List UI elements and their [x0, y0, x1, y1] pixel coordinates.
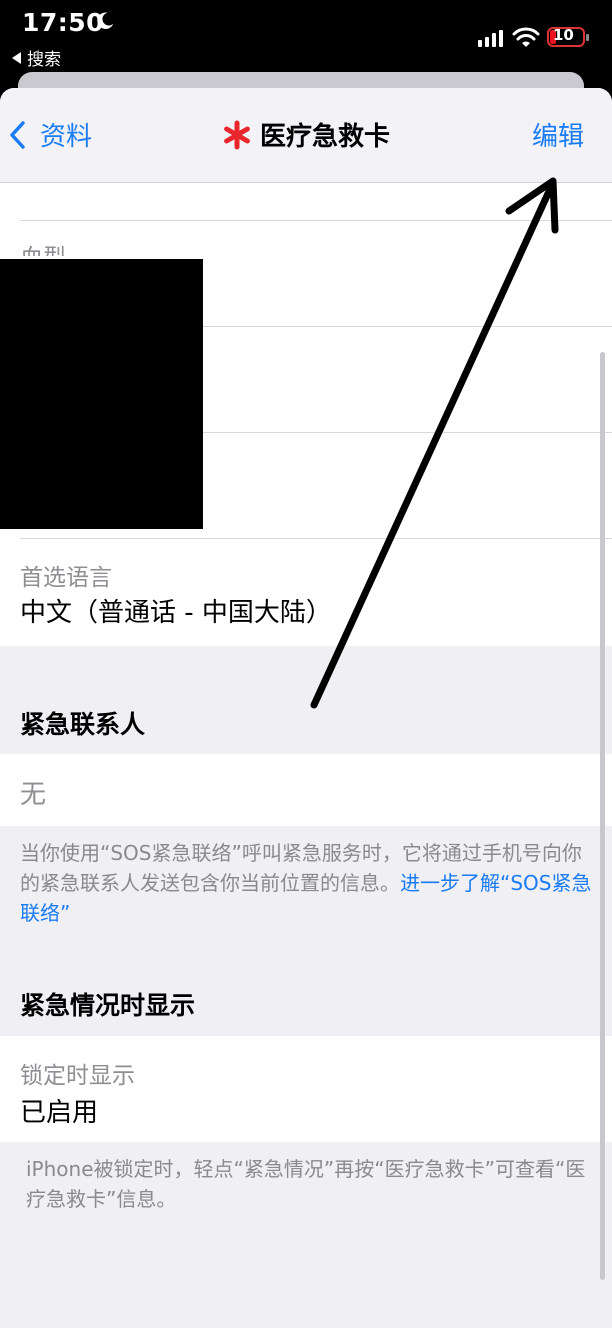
annotation-arrow — [310, 177, 559, 709]
